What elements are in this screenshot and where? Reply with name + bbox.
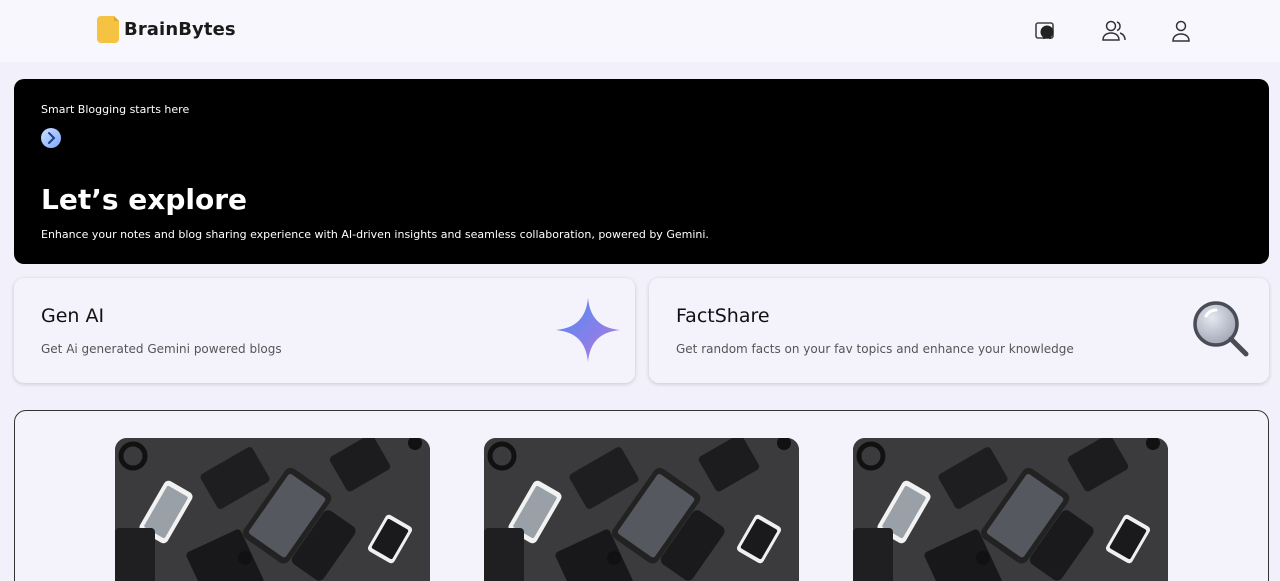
blog-thumbnail[interactable]	[484, 438, 799, 581]
gen-ai-card[interactable]: Gen AI Get Ai generated Gemini powered b…	[14, 278, 635, 383]
blog-thumbnail[interactable]	[115, 438, 430, 581]
notebook-logo-icon	[97, 16, 119, 43]
factshare-card[interactable]: FactShare Get random facts on your fav t…	[649, 278, 1269, 383]
top-navbar: BrainBytes	[0, 0, 1280, 62]
github-icon[interactable]	[1033, 18, 1059, 44]
hero-banner: Smart Blogging starts here Let’s explore…	[14, 79, 1269, 264]
gemini-sparkle-icon	[556, 298, 620, 362]
card-description: Get random facts on your fav topics and …	[676, 342, 1074, 356]
card-title: FactShare	[676, 305, 770, 327]
user-profile-icon[interactable]	[1168, 18, 1194, 44]
hero-title: Let’s explore	[41, 183, 247, 216]
card-title: Gen AI	[41, 305, 105, 327]
hero-tagline: Smart Blogging starts here	[41, 103, 190, 116]
chevron-right-icon[interactable]	[41, 128, 61, 148]
blog-thumbnail[interactable]	[853, 438, 1168, 581]
brand-name: BrainBytes	[124, 19, 236, 40]
brand-logo[interactable]: BrainBytes	[97, 16, 236, 43]
magnifier-icon	[1193, 301, 1249, 357]
users-icon[interactable]	[1101, 18, 1127, 44]
card-description: Get Ai generated Gemini powered blogs	[41, 342, 282, 356]
hero-description: Enhance your notes and blog sharing expe…	[41, 228, 709, 241]
blog-gallery	[14, 410, 1269, 581]
